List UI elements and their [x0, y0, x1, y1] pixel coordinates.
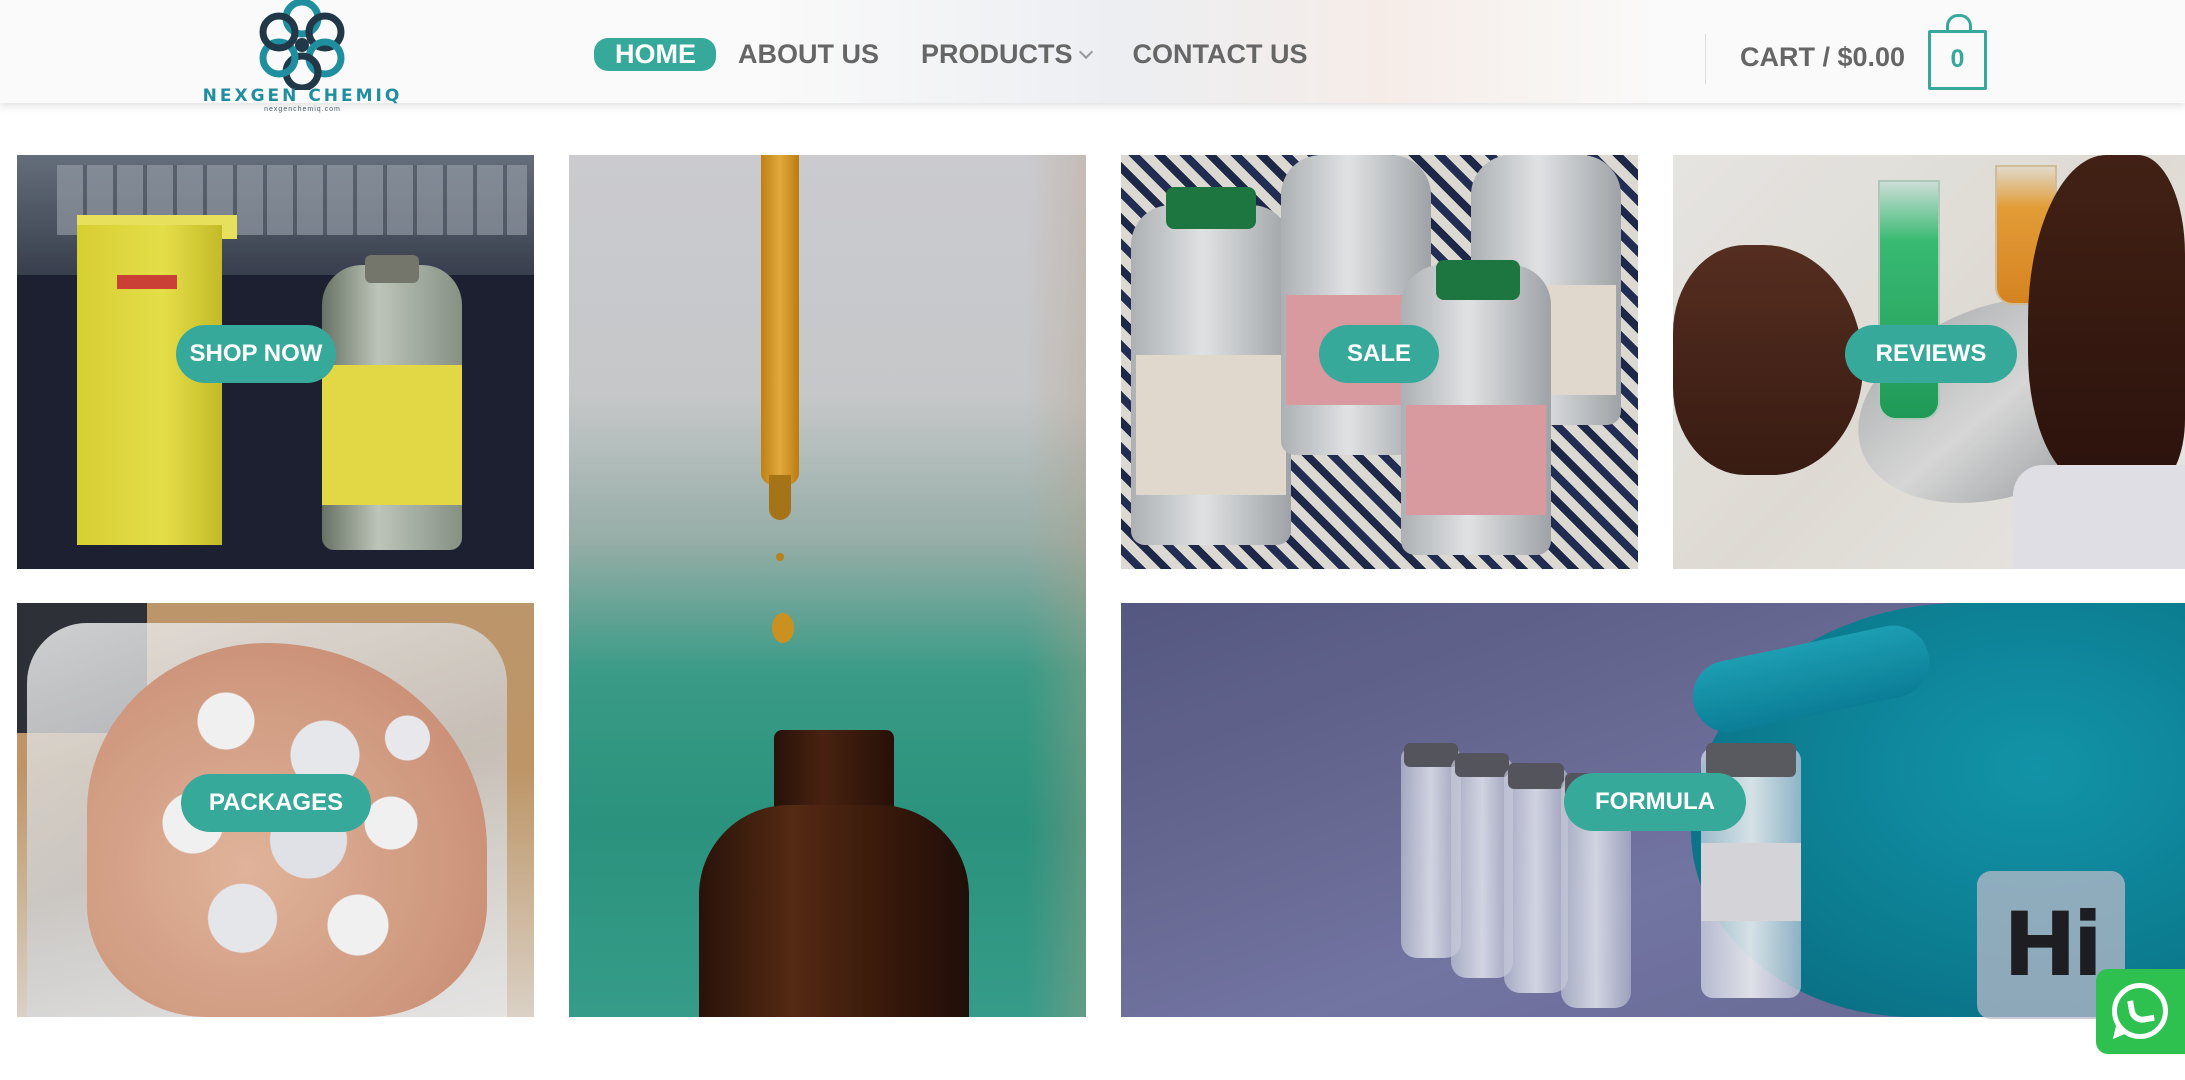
- tile-shop-now[interactable]: SHOP NOW: [17, 155, 534, 569]
- cart-link[interactable]: CART / $0.00: [1740, 42, 1905, 73]
- sale-button[interactable]: SALE: [1319, 325, 1439, 383]
- brand-name: NEXGEN CHEMIQ: [202, 86, 403, 106]
- chevron-down-icon: [1078, 44, 1093, 60]
- reviews-button[interactable]: REVIEWS: [1845, 325, 2017, 383]
- formula-button[interactable]: FORMULA: [1564, 773, 1746, 831]
- nav-products-label: PRODUCTS: [921, 39, 1073, 69]
- brand-tagline: nexgenchemiq.com: [264, 106, 341, 113]
- tile-dropper-image[interactable]: [569, 155, 1086, 1017]
- shop-now-button[interactable]: SHOP NOW: [176, 325, 336, 383]
- tile-packages[interactable]: PACKAGES: [17, 603, 534, 1017]
- packages-button[interactable]: PACKAGES: [181, 774, 371, 832]
- site-logo[interactable]: NEXGEN CHEMIQ nexgenchemiq.com: [200, 0, 405, 118]
- whatsapp-button[interactable]: [2096, 969, 2185, 1054]
- cart-bag-icon[interactable]: 0: [1928, 14, 1987, 90]
- nav-contact-us[interactable]: CONTACT US: [1133, 39, 1308, 70]
- header-divider: [1705, 34, 1706, 84]
- molecule-logo-icon: [259, 0, 345, 92]
- tile-sale[interactable]: SALE: [1121, 155, 1638, 569]
- nav-about-us[interactable]: ABOUT US: [738, 39, 879, 70]
- main-nav: HOME ABOUT US PRODUCTS CONTACT US: [594, 38, 1350, 71]
- nav-home[interactable]: HOME: [594, 38, 716, 71]
- nav-products[interactable]: PRODUCTS: [921, 39, 1093, 70]
- site-header: NEXGEN CHEMIQ nexgenchemiq.com HOME ABOU…: [0, 0, 2185, 113]
- tile-reviews[interactable]: REVIEWS: [1673, 155, 2185, 569]
